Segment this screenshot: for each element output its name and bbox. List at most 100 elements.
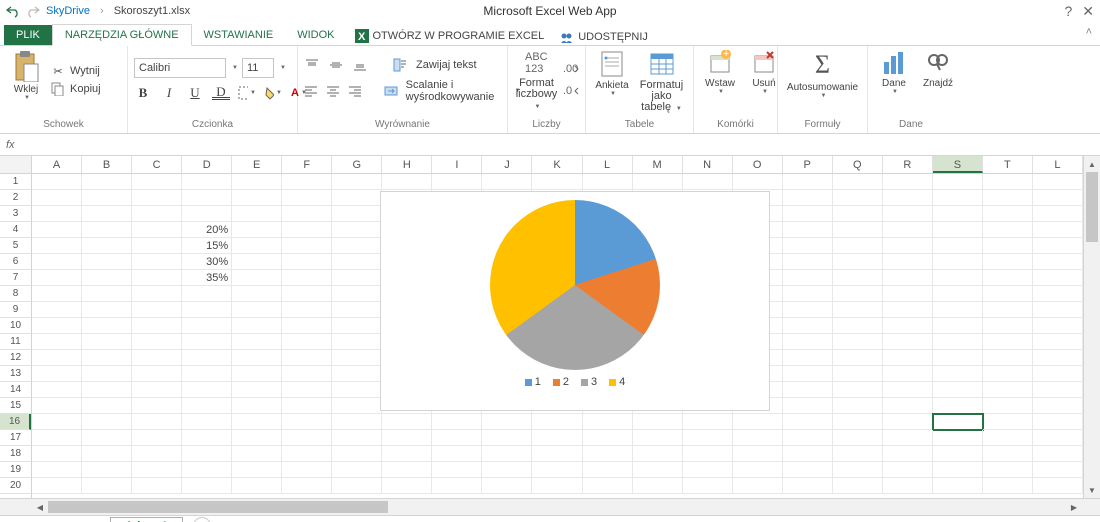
cell[interactable] bbox=[232, 174, 282, 190]
cell[interactable] bbox=[82, 446, 132, 462]
cell[interactable] bbox=[82, 174, 132, 190]
cell[interactable] bbox=[32, 286, 82, 302]
scroll-thumb[interactable] bbox=[1086, 172, 1098, 242]
cell[interactable] bbox=[733, 446, 783, 462]
cell[interactable] bbox=[933, 238, 983, 254]
cell[interactable] bbox=[1033, 302, 1083, 318]
row-header-19[interactable]: 19 bbox=[0, 462, 31, 478]
cell[interactable] bbox=[182, 286, 232, 302]
cell[interactable] bbox=[132, 302, 182, 318]
cell[interactable] bbox=[182, 366, 232, 382]
cell[interactable] bbox=[833, 174, 883, 190]
cell[interactable] bbox=[833, 206, 883, 222]
cell[interactable] bbox=[532, 174, 582, 190]
cell[interactable] bbox=[583, 446, 633, 462]
cell[interactable] bbox=[933, 414, 983, 430]
cell[interactable] bbox=[1033, 334, 1083, 350]
cell[interactable] bbox=[282, 222, 332, 238]
open-in-excel[interactable]: X OTWÓRZ W PROGRAMIE EXCEL bbox=[347, 27, 553, 45]
cell[interactable] bbox=[232, 366, 282, 382]
scroll-thumb[interactable] bbox=[48, 501, 388, 513]
cell[interactable] bbox=[332, 430, 382, 446]
cell[interactable] bbox=[983, 222, 1033, 238]
cell[interactable] bbox=[1033, 414, 1083, 430]
col-header-A[interactable]: A bbox=[32, 156, 82, 173]
cell[interactable] bbox=[783, 334, 833, 350]
cell[interactable] bbox=[1033, 318, 1083, 334]
cell[interactable] bbox=[933, 318, 983, 334]
col-header-T[interactable]: T bbox=[983, 156, 1033, 173]
cell[interactable] bbox=[332, 254, 382, 270]
cell[interactable] bbox=[983, 478, 1033, 494]
row-header-15[interactable]: 15 bbox=[0, 398, 31, 414]
cell[interactable] bbox=[633, 414, 683, 430]
cell[interactable] bbox=[182, 478, 232, 494]
cell[interactable] bbox=[232, 478, 282, 494]
cell[interactable] bbox=[733, 174, 783, 190]
cell[interactable] bbox=[1033, 270, 1083, 286]
cell[interactable] bbox=[82, 286, 132, 302]
cell[interactable] bbox=[232, 382, 282, 398]
row-header-6[interactable]: 6 bbox=[0, 254, 31, 270]
cell[interactable] bbox=[933, 270, 983, 286]
cell[interactable] bbox=[182, 446, 232, 462]
cell[interactable] bbox=[983, 446, 1033, 462]
cell[interactable] bbox=[332, 334, 382, 350]
cell[interactable] bbox=[282, 174, 332, 190]
cell[interactable] bbox=[883, 286, 933, 302]
scroll-down-icon[interactable]: ▼ bbox=[1084, 482, 1100, 498]
cell[interactable] bbox=[132, 430, 182, 446]
cell[interactable] bbox=[132, 366, 182, 382]
cell[interactable] bbox=[933, 254, 983, 270]
cell[interactable] bbox=[1033, 222, 1083, 238]
cell[interactable] bbox=[232, 190, 282, 206]
cell[interactable] bbox=[1033, 478, 1083, 494]
cut-button[interactable]: ✂ Wytnij bbox=[50, 63, 101, 79]
autosum-button[interactable]: Σ Autosumowanie ▼ bbox=[784, 48, 861, 101]
cell[interactable] bbox=[82, 190, 132, 206]
cell[interactable] bbox=[282, 366, 332, 382]
cell[interactable] bbox=[332, 414, 382, 430]
cell[interactable] bbox=[282, 302, 332, 318]
align-left-icon[interactable] bbox=[304, 83, 318, 99]
cell[interactable] bbox=[883, 478, 933, 494]
col-header-E[interactable]: E bbox=[232, 156, 282, 173]
cell[interactable] bbox=[532, 462, 582, 478]
cell[interactable] bbox=[583, 414, 633, 430]
cell[interactable] bbox=[933, 302, 983, 318]
cell[interactable] bbox=[282, 430, 332, 446]
cell[interactable] bbox=[182, 350, 232, 366]
cell[interactable] bbox=[432, 174, 482, 190]
cell[interactable] bbox=[833, 222, 883, 238]
collapse-ribbon-icon[interactable]: ˄ bbox=[1086, 26, 1092, 38]
close-icon[interactable]: ✕ bbox=[1082, 3, 1094, 20]
help-icon[interactable]: ? bbox=[1064, 3, 1072, 19]
col-header-G[interactable]: G bbox=[332, 156, 382, 173]
cell[interactable] bbox=[132, 398, 182, 414]
cell[interactable] bbox=[983, 270, 1033, 286]
cell[interactable] bbox=[933, 190, 983, 206]
cell[interactable] bbox=[382, 414, 432, 430]
col-header-S[interactable]: S bbox=[933, 156, 983, 173]
cell[interactable] bbox=[132, 414, 182, 430]
cell[interactable] bbox=[983, 286, 1033, 302]
cell[interactable] bbox=[633, 174, 683, 190]
row-header-13[interactable]: 13 bbox=[0, 366, 31, 382]
cell[interactable] bbox=[833, 414, 883, 430]
cell[interactable] bbox=[82, 350, 132, 366]
row-header-14[interactable]: 14 bbox=[0, 382, 31, 398]
cell[interactable] bbox=[783, 366, 833, 382]
cell[interactable] bbox=[282, 478, 332, 494]
cell[interactable] bbox=[733, 414, 783, 430]
cell[interactable]: 20% bbox=[182, 222, 232, 238]
cell[interactable] bbox=[933, 366, 983, 382]
cell[interactable] bbox=[282, 462, 332, 478]
cell[interactable] bbox=[332, 270, 382, 286]
cell[interactable] bbox=[833, 238, 883, 254]
row-header-4[interactable]: 4 bbox=[0, 222, 31, 238]
cell[interactable] bbox=[883, 174, 933, 190]
select-all-corner[interactable] bbox=[0, 156, 32, 174]
cell[interactable] bbox=[82, 254, 132, 270]
cell[interactable] bbox=[282, 398, 332, 414]
paste-button[interactable]: Wklej ▼ bbox=[6, 48, 46, 103]
